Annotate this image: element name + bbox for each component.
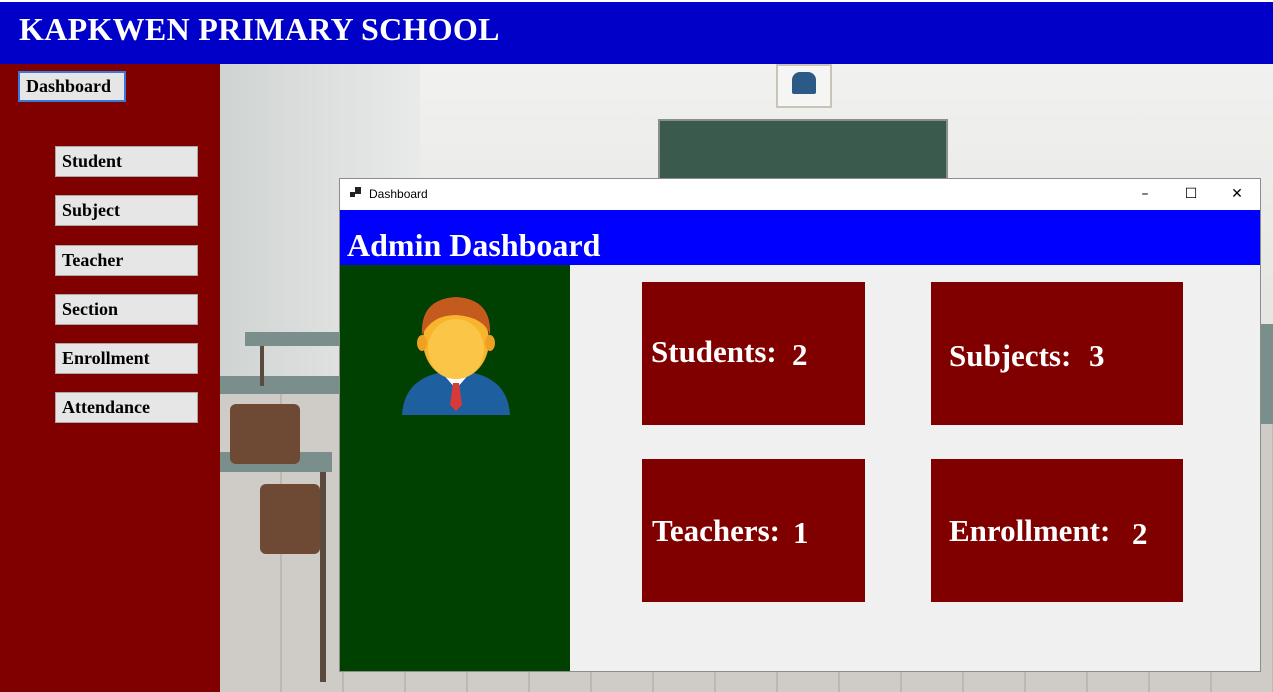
teachers-label: Teachers: [652,513,780,548]
close-button[interactable]: ✕ [1214,179,1260,209]
chalkboard [658,119,948,183]
subject-button[interactable]: Subject [55,195,198,226]
minimize-button[interactable]: – [1122,179,1168,209]
section-button[interactable]: Section [55,294,198,325]
app-header: KAPKWEN PRIMARY SCHOOL [0,2,1273,64]
dashboard-button[interactable]: Dashboard [18,71,126,102]
enrollment-button[interactable]: Enrollment [55,343,198,374]
teacher-button[interactable]: Teacher [55,245,198,276]
window-title: Dashboard [369,187,428,201]
maximize-button[interactable]: ☐ [1168,179,1214,209]
students-count: 2 [792,337,808,372]
attendance-button[interactable]: Attendance [55,392,198,423]
teachers-count: 1 [793,515,809,550]
subjects-count: 3 [1089,338,1105,373]
profile-panel [340,265,570,671]
enrollment-count: 2 [1132,516,1148,551]
sidebar: Dashboard Student Subject Teacher Sectio… [0,64,220,692]
teachers-card[interactable]: Teachers: 1 [642,459,865,602]
dashboard-header: Admin Dashboard [340,210,1260,265]
subjects-label: Subjects: [949,338,1072,373]
app-title: KAPKWEN PRIMARY SCHOOL [19,11,500,47]
wall-portrait [776,64,832,108]
student-button[interactable]: Student [55,146,198,177]
dashboard-heading: Admin Dashboard [347,227,601,263]
students-label: Students: [651,334,777,369]
dashboard-window: Dashboard – ☐ ✕ Admin Dashboard Students… [339,178,1261,672]
students-card[interactable]: Students: 2 [642,282,865,425]
subjects-card[interactable]: Subjects: 3 [931,282,1183,425]
enrollment-card[interactable]: Enrollment: 2 [931,459,1183,602]
window-app-icon [350,187,361,197]
enrollment-label: Enrollment: [949,513,1111,548]
window-titlebar: Dashboard – ☐ ✕ [340,179,1260,210]
admin-avatar-icon [402,297,510,415]
